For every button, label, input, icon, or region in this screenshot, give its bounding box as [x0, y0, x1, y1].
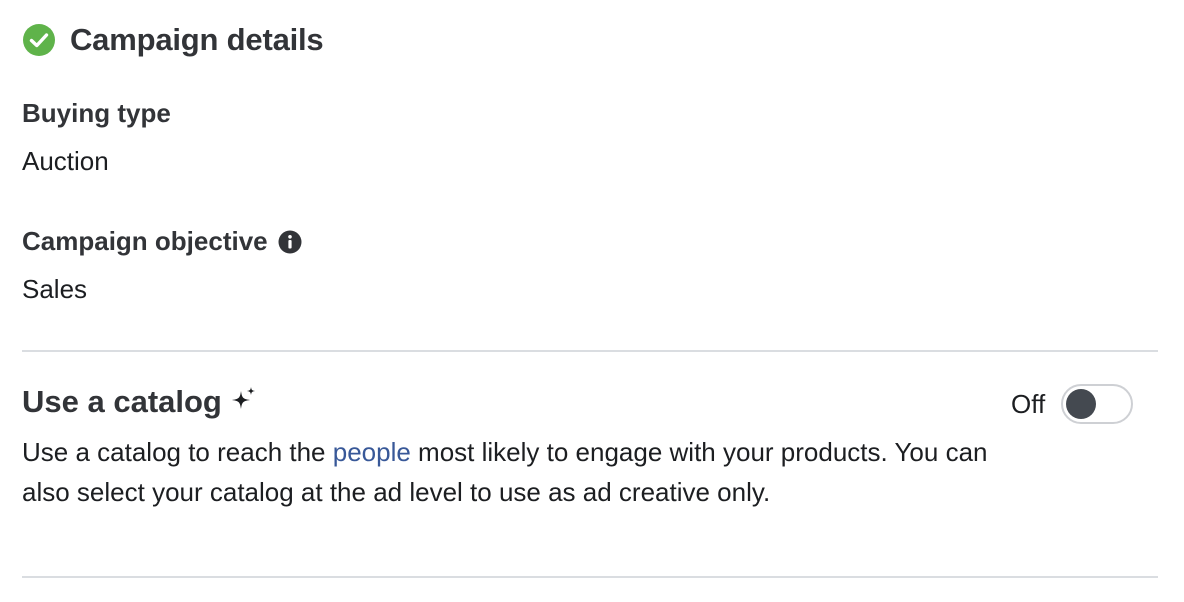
use-catalog-title: Use a catalog — [22, 384, 258, 420]
campaign-objective-value: Sales — [22, 274, 88, 304]
catalog-toggle[interactable] — [1061, 384, 1134, 424]
buying-type-value: Auction — [22, 146, 109, 176]
campaign-objective-label-text: Campaign objective — [22, 226, 268, 256]
campaign-details-header: Campaign details — [22, 22, 324, 58]
divider — [22, 350, 1158, 352]
catalog-description: Use a catalog to reach the people most l… — [22, 432, 1022, 512]
campaign-objective-label: Campaign objective — [22, 226, 302, 257]
catalog-description-part1: Use a catalog to reach the — [22, 437, 333, 467]
buying-type-label: Buying type — [22, 98, 171, 129]
toggle-state-label: Off — [1011, 388, 1046, 419]
buying-type-label-text: Buying type — [22, 98, 171, 128]
toggle-knob — [1066, 389, 1097, 419]
divider — [22, 576, 1158, 578]
people-link[interactable]: people — [333, 437, 411, 467]
check-circle-icon — [22, 23, 56, 57]
sparkle-icon — [230, 385, 258, 413]
info-icon[interactable] — [278, 230, 302, 254]
section-title: Campaign details — [70, 22, 324, 57]
use-catalog-title-text: Use a catalog — [22, 384, 222, 419]
catalog-toggle-group: Off — [1011, 384, 1134, 424]
